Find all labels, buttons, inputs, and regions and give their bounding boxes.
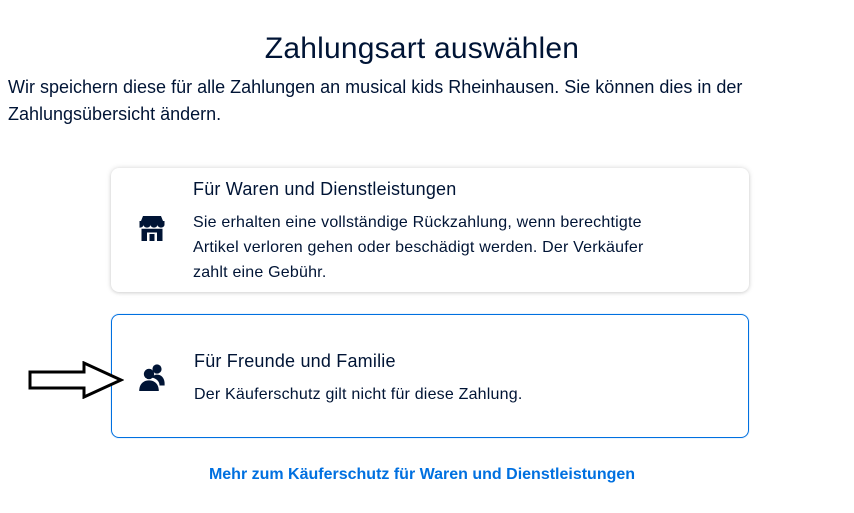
option-goods-and-services[interactable]: Für Waren und Dienstleistungen Sie erhal…	[111, 168, 749, 292]
option-title: Für Freunde und Familie	[194, 351, 396, 371]
page-title: Zahlungsart auswählen	[264, 32, 580, 66]
option-friends-and-family[interactable]: Für Freunde und Familie Der Käuferschutz…	[111, 314, 749, 438]
intro-text: Wir speichern diese für alle Zahlungen a…	[8, 77, 743, 124]
option-description: Sie erhalten eine vollständige Rückzahlu…	[193, 214, 644, 281]
arrow-right-icon	[28, 360, 125, 400]
option-title: Für Waren und Dienstleistungen	[193, 179, 457, 199]
option-description: Der Käuferschutz gilt nicht für diese Za…	[194, 386, 523, 403]
buyer-protection-link[interactable]: Mehr zum Käuferschutz für Waren und Dien…	[0, 464, 844, 486]
store-icon	[135, 212, 169, 246]
people-icon	[136, 360, 170, 394]
